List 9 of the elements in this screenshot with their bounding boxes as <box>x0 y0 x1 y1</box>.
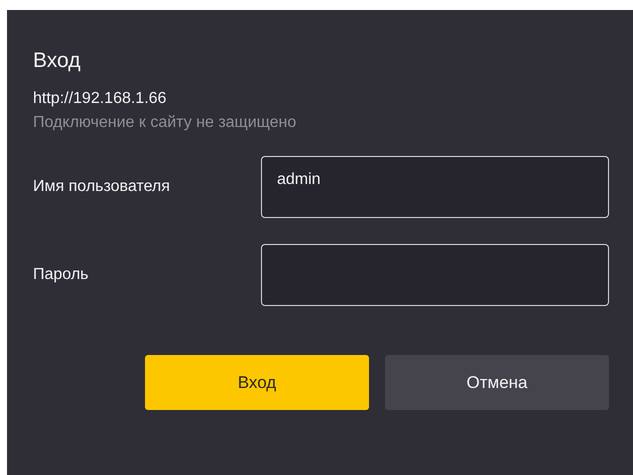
cancel-button[interactable]: Отмена <box>385 355 609 410</box>
security-note: Подключение к сайту не защищено <box>33 114 298 132</box>
field-label: Имя пользователя <box>33 178 171 196</box>
site-url: http://192.168.1.66 <box>33 90 168 108</box>
login-button[interactable]: Вход <box>145 355 369 410</box>
input-field[interactable] <box>261 244 609 306</box>
input-field[interactable]: admin <box>261 156 609 218</box>
field-label: Пароль <box>33 266 90 284</box>
dialog-title: Вход <box>33 48 82 74</box>
